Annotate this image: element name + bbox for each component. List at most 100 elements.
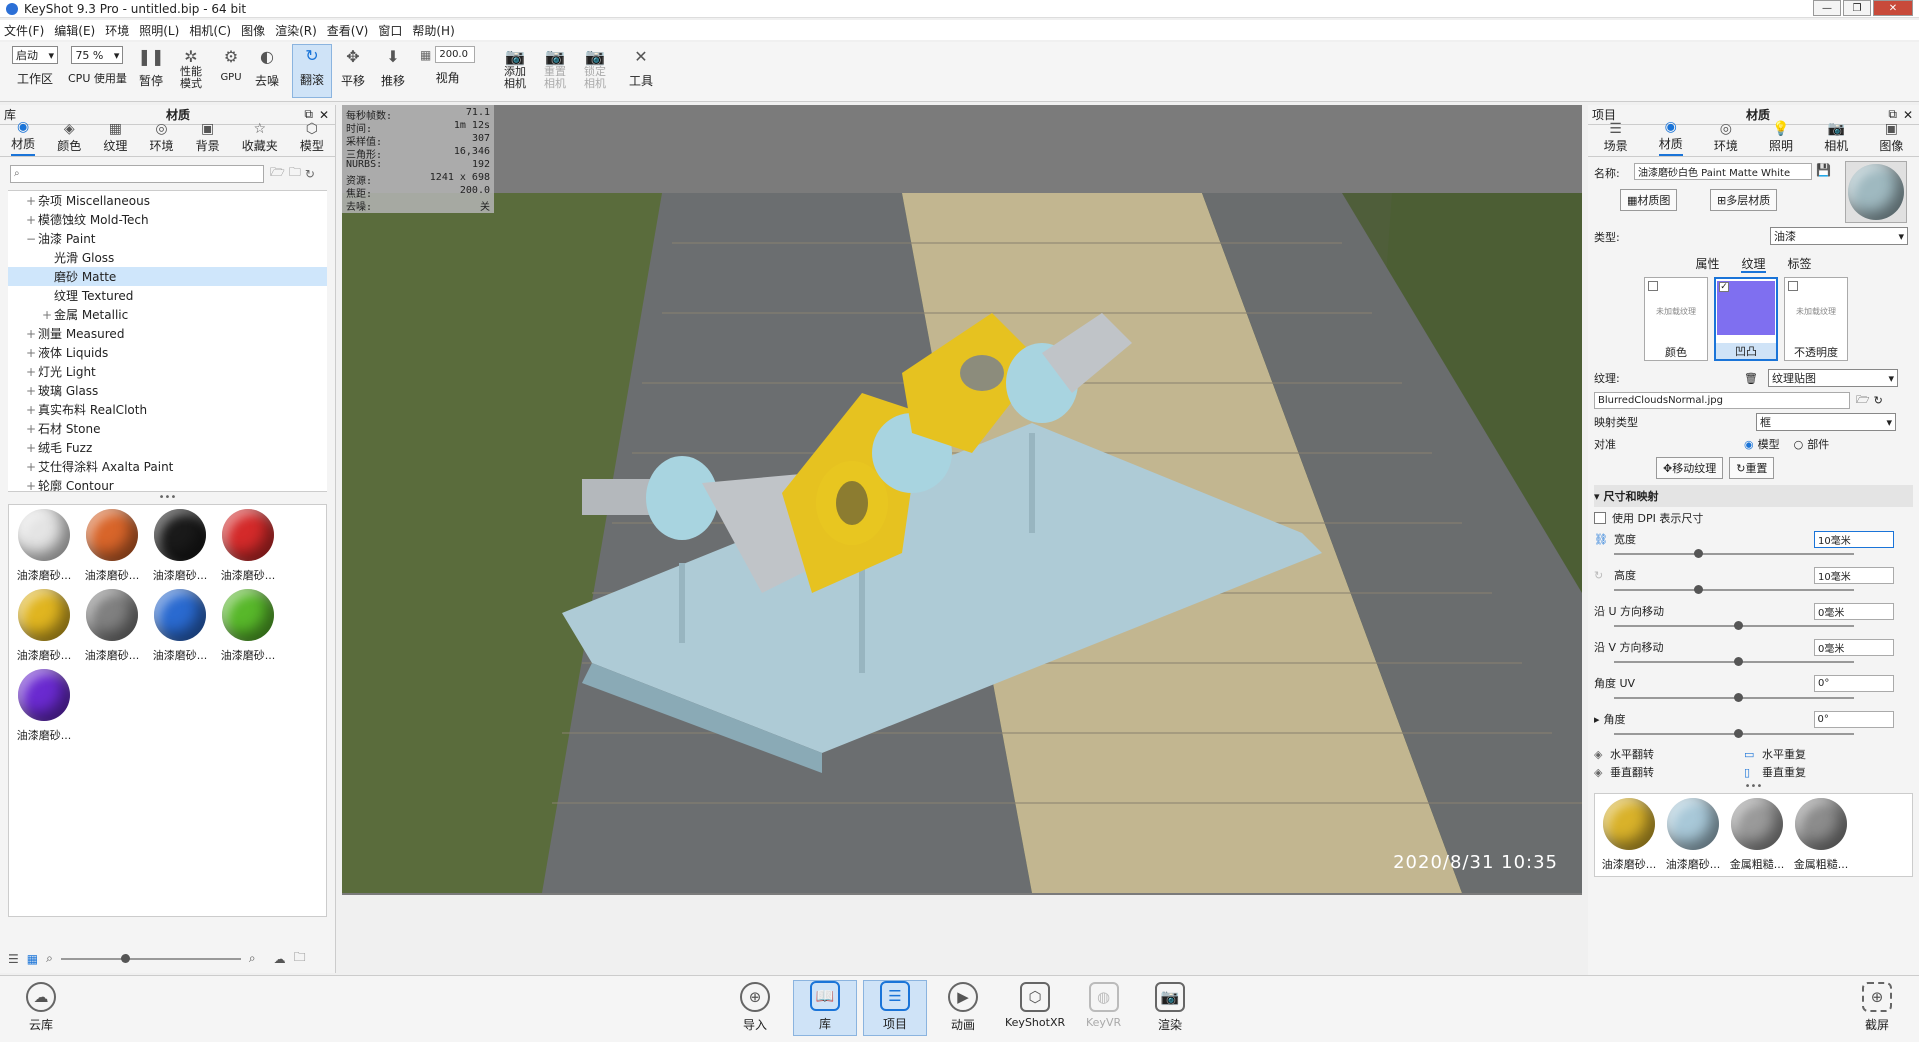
library-tab[interactable]: ◈ 颜色 <box>57 121 81 156</box>
denoise-button[interactable]: ◐ 去噪 <box>252 46 282 89</box>
material-thumbnail[interactable]: 油漆磨砂... <box>81 509 143 583</box>
library-tab[interactable]: ◉ 材质 <box>11 119 36 156</box>
expand-icon[interactable]: + <box>26 422 38 436</box>
expand-icon[interactable]: + <box>26 460 38 474</box>
angle-uv-input[interactable]: 0° <box>1814 674 1894 692</box>
render-viewport[interactable]: 2020/8/31 10:35 每秒帧数: 71.1 时间: 1m 12s 采样值: 30… <box>342 105 1582 895</box>
splitter-handle[interactable]: ••• <box>0 492 335 504</box>
u-offset-input[interactable]: 0毫米 <box>1814 602 1894 620</box>
material-thumbnail[interactable]: 油漆磨砂... <box>13 589 75 663</box>
project-tab[interactable]: ☰ 场景 <box>1604 121 1628 156</box>
lock-camera-button[interactable]: 📷 锁定相机 <box>580 46 610 90</box>
mapping-type-select[interactable]: 框 ▾ <box>1756 413 1896 431</box>
tree-item[interactable]: + 真实布料 RealCloth <box>8 400 327 419</box>
tree-item[interactable]: 光滑 Gloss <box>8 248 327 267</box>
refresh-icon[interactable]: ↻ <box>1874 394 1883 407</box>
library-tab[interactable]: ▦ 纹理 <box>103 121 127 156</box>
move-texture-button[interactable]: ✥移动纹理 <box>1656 457 1724 479</box>
minimize-button[interactable]: — <box>1813 0 1841 16</box>
project-tab[interactable]: ▣ 图像 <box>1879 121 1903 156</box>
flip-vertical-toggle[interactable]: 垂直翻转 <box>1610 764 1744 780</box>
project-tab[interactable]: 💡 照明 <box>1769 121 1793 156</box>
trash-icon[interactable]: 🗑 <box>1744 372 1768 385</box>
animation-button[interactable]: ▶ 动画 <box>948 982 978 1033</box>
folder-icon[interactable]: 🗁 <box>1856 391 1870 410</box>
zoom-out-icon[interactable]: ⌕ <box>46 951 53 966</box>
tree-item[interactable]: 磨砂 Matte <box>8 267 327 286</box>
material-thumbnail[interactable]: 油漆磨砂... <box>217 509 279 583</box>
panel-close-icon[interactable]: ✕ <box>319 108 329 122</box>
expand-icon[interactable]: + <box>26 213 38 227</box>
dolly-button[interactable]: ⬇ 推移 <box>378 46 408 89</box>
menu-item[interactable]: 环境 <box>105 22 129 39</box>
height-slider[interactable] <box>1614 585 1854 594</box>
size-mapping-section-header[interactable]: ▾ 尺寸和映射 <box>1594 485 1913 507</box>
gpu-button[interactable]: ⚙ GPU <box>216 46 246 84</box>
menu-item[interactable]: 窗口 <box>378 22 402 39</box>
screenshot-button[interactable]: ⊕ 截屏 <box>1862 982 1892 1033</box>
angle-input[interactable]: 0° <box>1813 710 1894 728</box>
menu-item[interactable]: 编辑(E) <box>54 22 95 39</box>
subtab-properties[interactable]: 属性 <box>1695 255 1719 273</box>
expand-icon[interactable]: + <box>26 346 38 360</box>
pan-button[interactable]: ✥ 平移 <box>338 46 368 89</box>
tree-item[interactable]: + 金属 Metallic <box>8 305 327 324</box>
width-slider[interactable] <box>1614 549 1854 558</box>
material-thumbnail[interactable]: 油漆磨砂... <box>13 509 75 583</box>
subtab-textures[interactable]: 纹理 <box>1741 255 1766 273</box>
panel-float-icon[interactable]: ⧉ <box>304 107 313 122</box>
upload-icon[interactable]: ☁ <box>274 952 286 966</box>
link-icon[interactable]: ⛓ <box>1594 533 1614 546</box>
menu-item[interactable]: 文件(F) <box>4 22 44 39</box>
tools-button[interactable]: ✕ 工具 <box>626 46 656 89</box>
angle-slider[interactable] <box>1614 729 1854 738</box>
performance-mode-button[interactable]: ✲ 性能模式 <box>176 46 206 90</box>
u-offset-slider[interactable] <box>1614 621 1854 630</box>
splitter-handle[interactable]: ••• <box>1588 781 1919 792</box>
list-view-icon[interactable]: ☰ <box>8 952 19 966</box>
folder-icon[interactable]: 🗁 <box>270 163 285 184</box>
project-button[interactable]: ☰ 项目 <box>863 980 927 1036</box>
multi-material-button[interactable]: ⊞多层材质 <box>1710 189 1778 211</box>
pause-button[interactable]: ❚❚ 暂停 <box>136 46 166 89</box>
chevron-right-icon[interactable]: ▸ <box>1594 713 1600 726</box>
tree-item[interactable]: + 石材 Stone <box>8 419 327 438</box>
panel-float-icon[interactable]: ⧉ <box>1888 107 1897 122</box>
align-model-radio[interactable]: ◉ <box>1744 438 1754 451</box>
render-button[interactable]: 📷 渲染 <box>1155 982 1185 1033</box>
reset-button[interactable]: ↻重置 <box>1729 457 1775 479</box>
menu-item[interactable]: 图像 <box>241 22 265 39</box>
tree-item[interactable]: + 玻璃 Glass <box>8 381 327 400</box>
reset-camera-button[interactable]: 📷 重置相机 <box>540 46 570 90</box>
tree-item[interactable]: 纹理 Textured <box>8 286 327 305</box>
thumbnail-size-slider[interactable] <box>60 953 241 963</box>
material-thumbnail[interactable]: 油漆磨砂... <box>1663 798 1723 872</box>
tree-item[interactable]: + 模德蚀纹 Mold-Tech <box>8 210 327 229</box>
checkbox[interactable] <box>1788 281 1798 291</box>
angle-uv-slider[interactable] <box>1614 693 1854 702</box>
expand-icon[interactable]: + <box>26 403 38 417</box>
expand-icon[interactable]: + <box>42 308 54 322</box>
tree-item[interactable]: + 液体 Liquids <box>8 343 327 362</box>
keyvr-button[interactable]: ◍ KeyVR <box>1086 982 1121 1029</box>
expand-icon[interactable]: − <box>26 232 38 246</box>
expand-icon[interactable]: + <box>26 327 38 341</box>
library-tab[interactable]: ☆ 收藏夹 <box>242 121 278 156</box>
tree-item[interactable]: + 测量 Measured <box>8 324 327 343</box>
import-button[interactable]: ⊕ 导入 <box>740 982 770 1033</box>
folder-add-icon[interactable]: 🗀 <box>289 163 301 184</box>
library-search-input[interactable]: ⌕ <box>10 164 264 183</box>
repeat-vertical-icon[interactable]: ▯ <box>1744 766 1762 779</box>
material-thumbnail[interactable]: 金属粗糙... <box>1727 798 1787 872</box>
material-thumbnail[interactable]: 油漆磨砂... <box>13 669 75 743</box>
texture-slot-opacity[interactable]: 未加载纹理 不透明度 <box>1784 277 1848 361</box>
save-icon[interactable]: 💾 <box>1816 163 1831 177</box>
expand-icon[interactable]: + <box>26 194 38 208</box>
render-scene[interactable]: 2020/8/31 10:35 <box>342 193 1582 893</box>
cpu-usage-select[interactable]: 75 % ▾ <box>71 46 124 64</box>
material-thumbnail[interactable]: 油漆磨砂... <box>149 509 211 583</box>
rotate-icon[interactable]: ↻ <box>1594 569 1614 582</box>
library-tab[interactable]: ◎ 环境 <box>149 121 173 156</box>
expand-icon[interactable]: + <box>26 384 38 398</box>
material-thumbnail[interactable]: 油漆磨砂... <box>81 589 143 663</box>
